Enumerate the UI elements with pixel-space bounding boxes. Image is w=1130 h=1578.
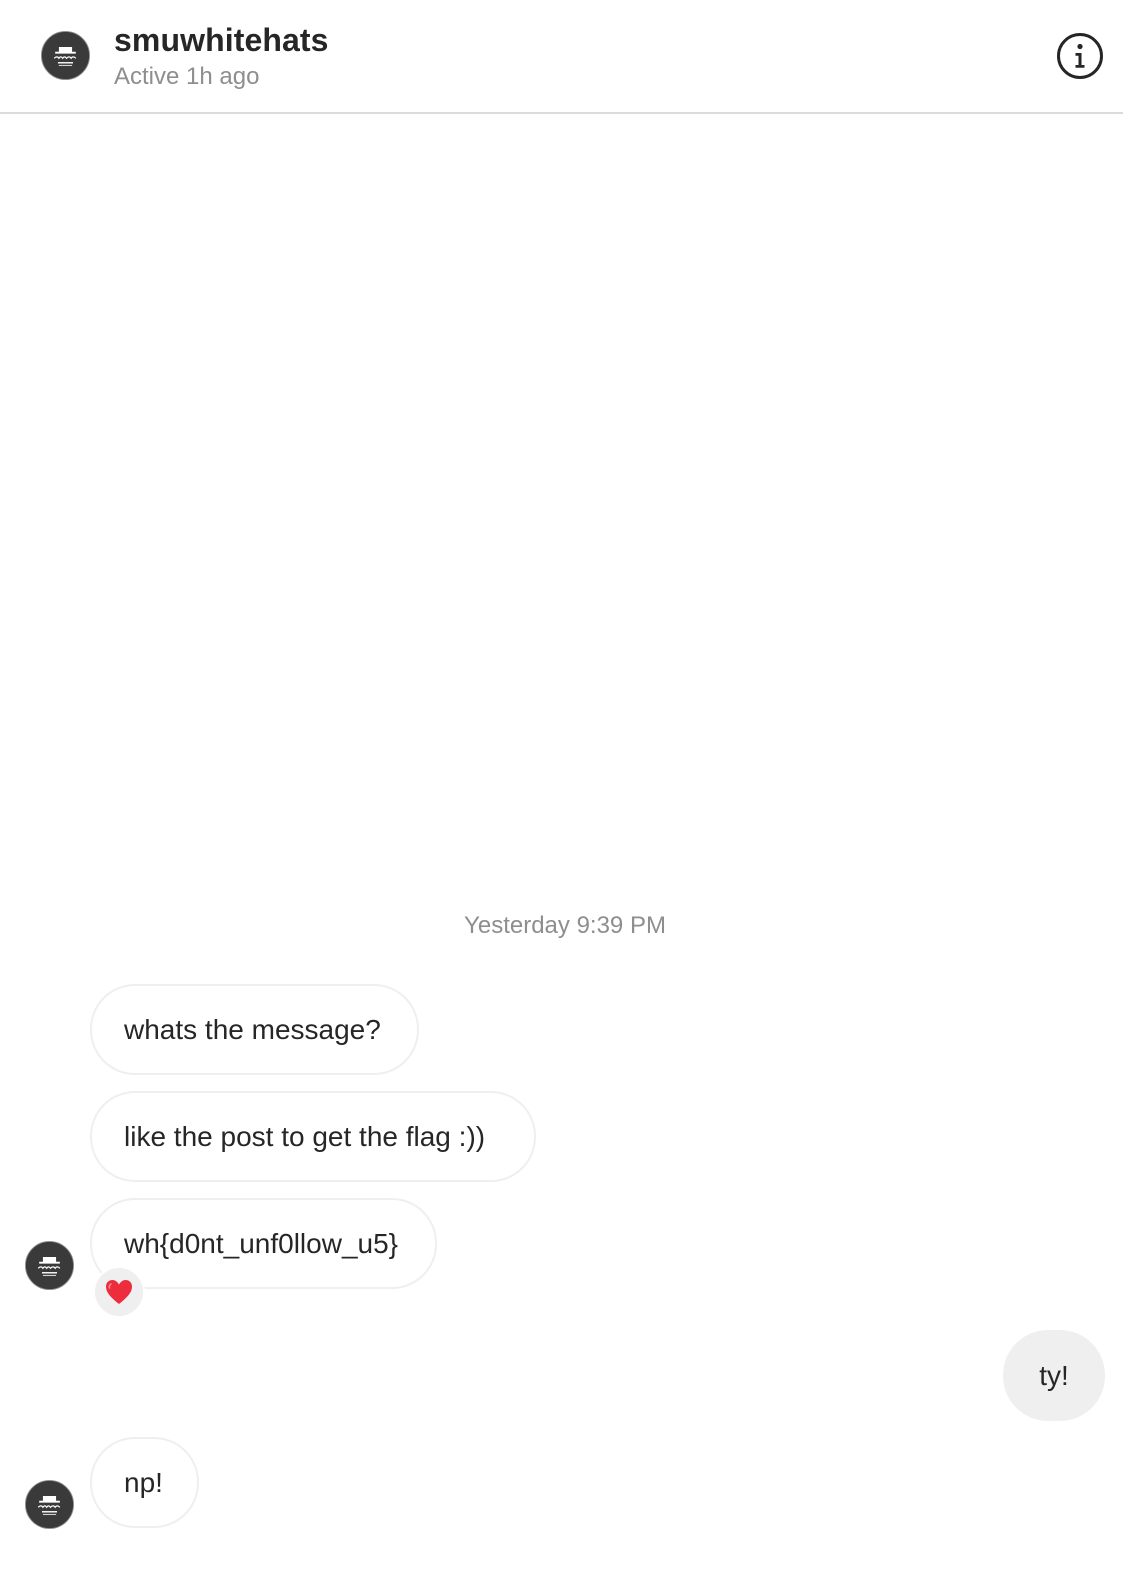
message-bubble-incoming[interactable]: like the post to get the flag :)) [90, 1091, 536, 1182]
message-bubble-incoming[interactable]: np! [90, 1437, 199, 1528]
avatar[interactable] [25, 1241, 74, 1290]
message-text: whats the message? [124, 1013, 381, 1045]
avatar[interactable] [41, 31, 90, 80]
heart-reaction[interactable] [93, 1266, 145, 1318]
username[interactable]: smuwhitehats [114, 22, 329, 59]
message-text: np! [124, 1466, 163, 1498]
message-text: wh{d0nt_unf0llow_u5} [124, 1227, 399, 1259]
message-text: like the post to get the flag :)) [124, 1120, 486, 1152]
whitehat-society-logo-icon [26, 1242, 73, 1289]
active-status: Active 1h ago [114, 63, 260, 90]
message-text: ty! [1039, 1359, 1069, 1391]
message-bubble-outgoing[interactable]: ty! [1003, 1330, 1105, 1421]
message-bubble-incoming[interactable]: whats the message? [90, 984, 419, 1075]
heart-icon [106, 1280, 132, 1304]
whitehat-society-logo-icon [26, 1481, 73, 1528]
message-bubble-incoming[interactable]: wh{d0nt_unf0llow_u5} [90, 1198, 437, 1289]
info-button[interactable] [1056, 32, 1104, 80]
info-circle-icon [1057, 33, 1103, 79]
message-timestamp: Yesterday 9:39 PM [464, 912, 666, 939]
whitehat-society-logo-icon [42, 32, 89, 79]
chat-header: smuwhitehats Active 1h ago [0, 0, 1123, 114]
avatar[interactable] [25, 1480, 74, 1529]
